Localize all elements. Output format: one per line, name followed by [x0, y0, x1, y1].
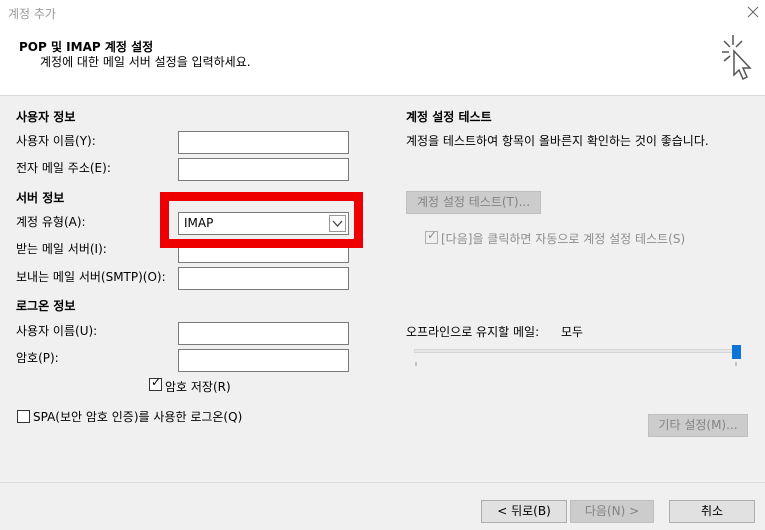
cursor-sparkle-icon	[722, 35, 752, 81]
email-field[interactable]	[178, 158, 349, 181]
offline-value: 모두	[561, 325, 584, 339]
auto-test-checkbox[interactable]: ✓	[425, 228, 438, 244]
offline-slider-thumb[interactable]	[732, 345, 741, 359]
login-username-field[interactable]	[178, 322, 349, 345]
offline-label: 오프라인으로 유지할 메일:	[406, 325, 540, 339]
test-heading: 계정 설정 테스트	[406, 110, 492, 124]
window-title: 계정 추가	[8, 7, 56, 21]
username-field[interactable]	[178, 131, 349, 154]
slider-ticks	[415, 362, 737, 366]
more-settings-button[interactable]: 기타 설정(M)...	[648, 414, 748, 437]
outgoing-server-field[interactable]	[178, 267, 349, 290]
check-icon: ✓	[151, 375, 162, 389]
email-label: 전자 메일 주소(E):	[16, 161, 111, 175]
login-username-label: 사용자 이름(U):	[16, 324, 98, 338]
cancel-button[interactable]: 취소	[669, 500, 755, 523]
password-field[interactable]	[178, 349, 349, 372]
test-description: 계정을 테스트하여 항목이 올바른지 확인하는 것이 좋습니다.	[406, 134, 709, 148]
username-label: 사용자 이름(Y):	[16, 134, 96, 148]
back-button[interactable]: < 뒤로(B)	[481, 500, 567, 523]
password-label: 암호(P):	[16, 351, 59, 365]
check-icon: ✓	[427, 228, 438, 242]
test-account-button[interactable]: 계정 설정 테스트(T)...	[406, 191, 541, 214]
user-info-heading: 사용자 정보	[16, 110, 76, 124]
auto-test-label: [다음]을 클릭하면 자동으로 계정 설정 테스트(S)	[441, 232, 686, 246]
save-password-label: 암호 저장(R)	[165, 380, 231, 394]
highlight-box	[160, 192, 363, 248]
footer-divider	[0, 482, 765, 483]
server-info-heading: 서버 정보	[16, 191, 65, 205]
account-type-label: 계정 유형(A):	[16, 215, 86, 229]
offline-slider-track[interactable]	[414, 349, 740, 353]
login-info-heading: 로그온 정보	[16, 299, 76, 313]
page-subtitle: 계정에 대한 메일 서버 설정을 입력하세요.	[40, 55, 251, 69]
next-button[interactable]: 다음(N) >	[570, 500, 654, 523]
incoming-server-label: 받는 메일 서버(I):	[16, 242, 107, 256]
close-icon[interactable]	[744, 3, 762, 21]
spa-label: SPA(보안 암호 인증)를 사용한 로그온(Q)	[33, 410, 243, 424]
save-password-checkbox[interactable]: ✓	[149, 375, 162, 391]
spa-checkbox[interactable]	[17, 410, 30, 423]
outgoing-server-label: 보내는 메일 서버(SMTP)(O):	[16, 270, 166, 284]
title-bar	[0, 0, 765, 28]
